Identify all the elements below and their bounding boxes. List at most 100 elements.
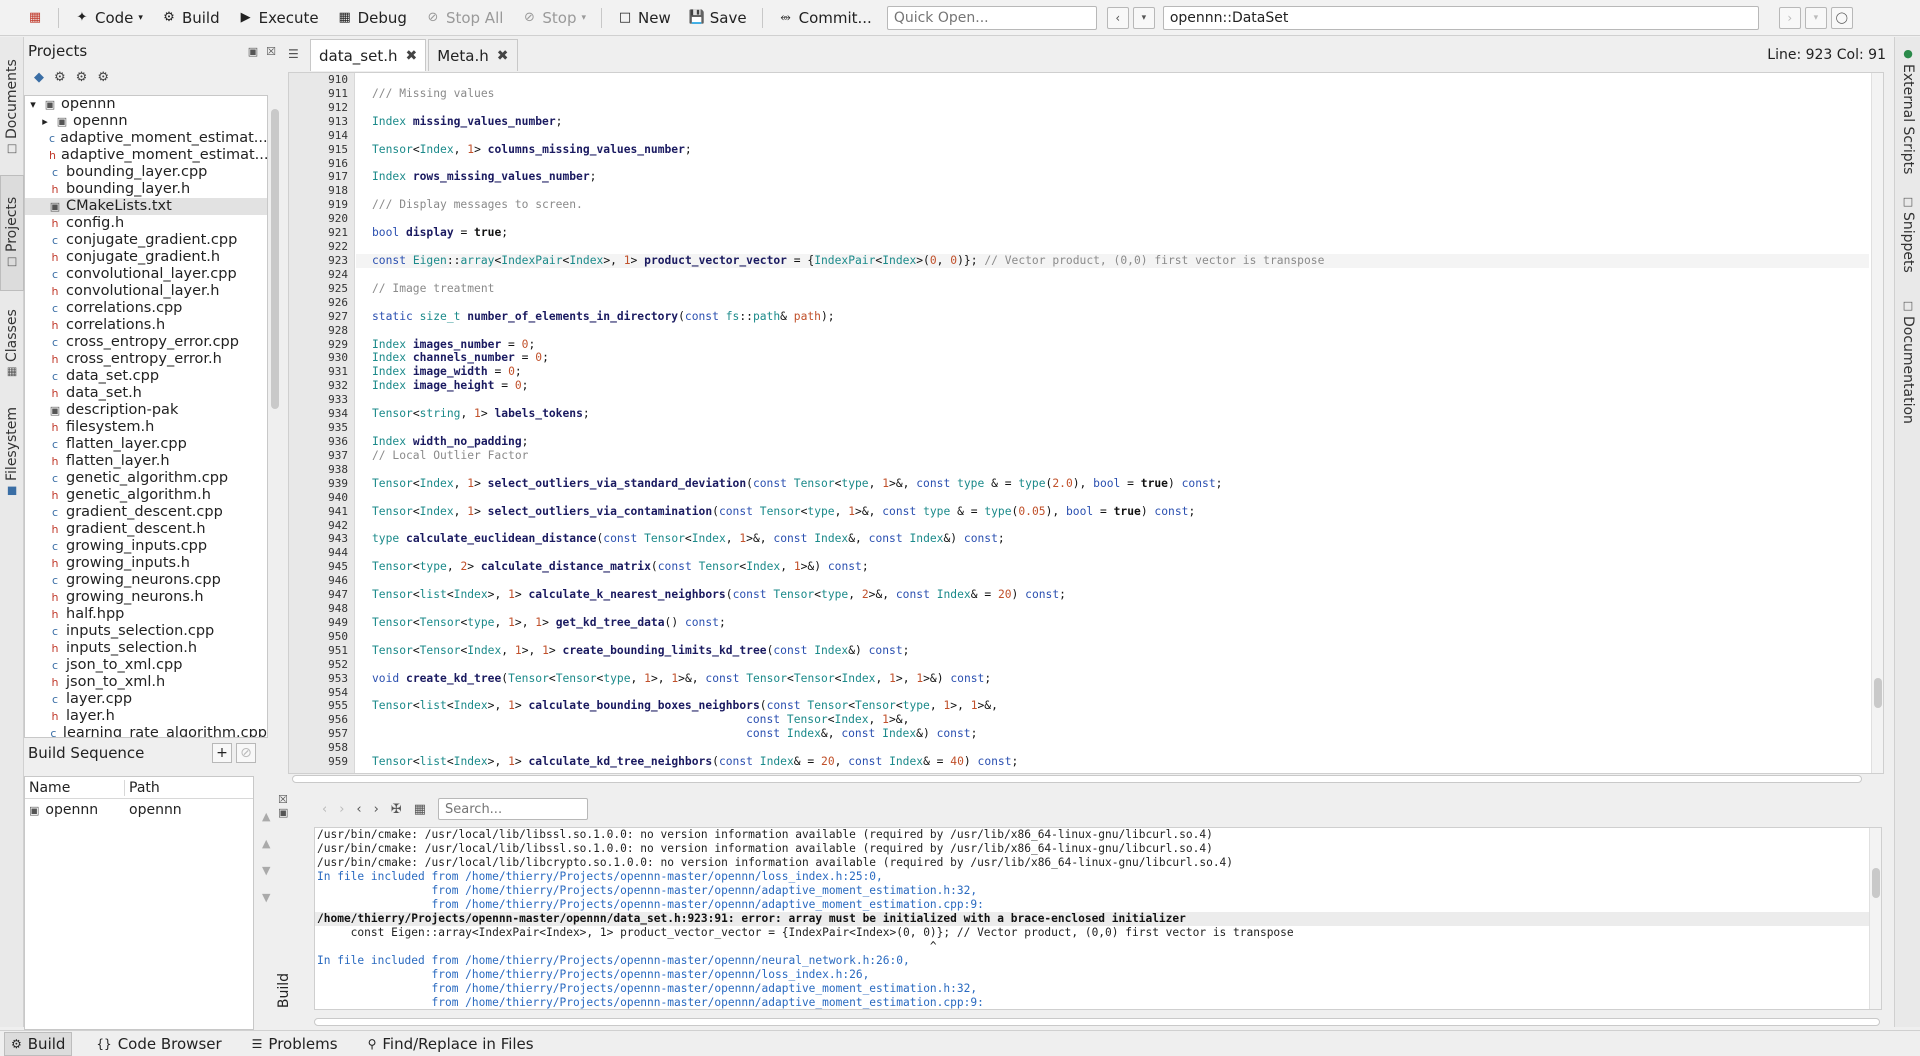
code-line[interactable]: Tensor<string, 1> labels_tokens; — [356, 407, 1869, 421]
tree-file[interactable]: ▣ CMakeLists.txt — [25, 198, 267, 215]
code-line[interactable]: void create_kd_tree(Tensor<Tensor<type, … — [356, 672, 1869, 686]
tab-documents[interactable]: □ Documents — [0, 53, 24, 163]
code-line[interactable]: const Eigen::array<IndexPair<Index>, 1> … — [356, 253, 1869, 268]
move-up-icon[interactable]: ▲ — [262, 837, 270, 850]
code-line[interactable]: Tensor<list<Index>, 1> calculate_kd_tree… — [356, 755, 1869, 769]
code-line[interactable]: /// Display messages to screen. — [356, 198, 1869, 212]
bottom-tab-find-replace-in-files[interactable]: ⚲ Find/Replace in Files — [362, 1033, 540, 1055]
notification-button[interactable]: ◯ — [1830, 6, 1853, 29]
tree-file[interactable]: c growing_neurons.cpp — [25, 572, 267, 589]
output-line[interactable]: /usr/bin/cmake: /usr/local/lib/libssl.so… — [315, 842, 1881, 856]
remove-target-button[interactable]: ⊘ — [236, 743, 256, 763]
tree-file[interactable]: h json_to_xml.h — [25, 674, 267, 691]
bottom-tab-build[interactable]: ⚙ Build — [4, 1031, 73, 1056]
table-row[interactable]: ▣ opennn opennn — [25, 799, 253, 821]
tree-file[interactable]: c cross_entropy_error.cpp — [25, 334, 267, 351]
float-panel-icon[interactable]: ▣ — [248, 45, 258, 58]
code-line[interactable] — [356, 463, 1869, 477]
scrollbar-thumb[interactable] — [271, 109, 279, 409]
code-line[interactable]: bool display = true; — [356, 226, 1869, 240]
output-line[interactable]: In file included from /home/thierry/Proj… — [315, 954, 1881, 968]
tree-file[interactable]: c layer.cpp — [25, 691, 267, 708]
output-line[interactable]: /usr/bin/cmake: /usr/local/lib/libcrypto… — [315, 856, 1881, 870]
bottom-tab-code-browser[interactable]: {} Code Browser — [90, 1033, 227, 1055]
tree-file[interactable]: c data_set.cpp — [25, 368, 267, 385]
stop-button[interactable]: ⊘ Stop ▾ — [514, 6, 593, 30]
code-line[interactable] — [356, 296, 1869, 310]
code-line[interactable] — [356, 602, 1869, 616]
commit-button[interactable]: ⥈ Commit... — [771, 6, 879, 30]
code-line[interactable] — [356, 101, 1869, 115]
tree-file[interactable]: c genetic_algorithm.cpp — [25, 470, 267, 487]
close-tab-icon[interactable]: ✖ — [406, 48, 418, 64]
tree-file[interactable]: h cross_entropy_error.h — [25, 351, 267, 368]
tab-classes[interactable]: ▦ Classes — [0, 299, 24, 389]
code-line[interactable] — [356, 157, 1869, 171]
code-line[interactable] — [356, 546, 1869, 560]
next-error-icon[interactable]: › — [374, 802, 379, 817]
tree-file[interactable]: h data_set.h — [25, 385, 267, 402]
add-target-button[interactable]: + — [212, 743, 232, 763]
code-line[interactable] — [356, 184, 1869, 198]
forward-dropdown-button[interactable]: ▾ — [1804, 6, 1827, 29]
code-area[interactable]: /// Missing values Index missing_values_… — [356, 73, 1869, 773]
tab-filesystem[interactable]: ■ Filesystem — [0, 397, 24, 507]
tree-file[interactable]: c conjugate_gradient.cpp — [25, 232, 267, 249]
output-line[interactable]: from /home/thierry/Projects/opennn-maste… — [315, 996, 1881, 1009]
code-line[interactable]: Tensor<Index, 1> select_outliers_via_con… — [356, 505, 1869, 519]
forward-button[interactable]: › — [1778, 6, 1801, 29]
code-line[interactable] — [356, 268, 1869, 282]
tab-data-set-h[interactable]: data_set.h ✖ — [310, 39, 427, 71]
symbol-navigator-input[interactable]: opennn::DataSet — [1162, 5, 1759, 30]
code-line[interactable]: // Local Outlier Factor — [356, 449, 1869, 463]
tree-file[interactable]: h growing_neurons.h — [25, 589, 267, 606]
tree-file[interactable]: c json_to_xml.cpp — [25, 657, 267, 674]
code-line[interactable]: Index images_number = 0; — [356, 338, 1869, 352]
code-line[interactable]: Tensor<Index, 1> columns_missing_values_… — [356, 143, 1869, 157]
marker-gutter[interactable] — [289, 73, 313, 773]
stop-all-button[interactable]: ⊘ Stop All — [418, 6, 510, 30]
code-line[interactable] — [356, 421, 1869, 435]
tree-file[interactable]: h config.h — [25, 215, 267, 232]
tree-file[interactable]: c flatten_layer.cpp — [25, 436, 267, 453]
tree-file[interactable]: ▣ description-pak — [25, 402, 267, 419]
float-output-icon[interactable]: ▣ — [278, 806, 298, 819]
code-line[interactable] — [356, 129, 1869, 143]
tree-file[interactable]: c adaptive_moment_estimat... — [25, 130, 267, 147]
code-line[interactable]: static size_t number_of_elements_in_dire… — [356, 310, 1869, 324]
move-down-icon[interactable]: ▼ — [262, 864, 270, 877]
editor-vertical-scrollbar[interactable] — [1871, 73, 1883, 773]
code-line[interactable]: Tensor<Tensor<type, 1>, 1> get_kd_tree_d… — [356, 616, 1869, 630]
code-line[interactable]: Index image_width = 0; — [356, 365, 1869, 379]
column-path[interactable]: Path — [125, 780, 160, 796]
code-line[interactable]: Index missing_values_number; — [356, 115, 1869, 129]
scrollbar-thumb[interactable] — [314, 1018, 1880, 1026]
bottom-tab-problems[interactable]: ☰ Problems — [246, 1033, 344, 1055]
code-line[interactable] — [356, 212, 1869, 226]
output-error-line[interactable]: /home/thierry/Projects/opennn-master/ope… — [315, 912, 1881, 926]
expand-arrow-icon[interactable]: ▾ — [27, 96, 39, 113]
code-line[interactable] — [356, 393, 1869, 407]
code-line[interactable]: /// Missing values — [356, 87, 1869, 101]
tree-file[interactable]: h adaptive_moment_estimat... — [25, 147, 267, 164]
code-menu-button[interactable]: ✦ Code ▾ — [67, 6, 150, 30]
output-line[interactable]: /usr/bin/cmake: /usr/local/lib/libssl.so… — [315, 828, 1881, 842]
configure-icon[interactable]: ⚙ — [76, 70, 88, 85]
code-line[interactable]: Index width_no_padding; — [356, 435, 1869, 449]
collapse-icon[interactable]: ✠ — [391, 802, 402, 817]
collapse-arrow-icon[interactable]: ▸ — [39, 113, 51, 130]
output-line[interactable]: from /home/thierry/Projects/opennn-maste… — [315, 968, 1881, 982]
previous-error-icon[interactable]: ‹ — [356, 802, 361, 817]
tree-file[interactable]: c bounding_layer.cpp — [25, 164, 267, 181]
tree-file[interactable]: h filesystem.h — [25, 419, 267, 436]
tree-folder[interactable]: ▸ ▣ opennn — [25, 113, 267, 130]
tree-file[interactable]: c gradient_descent.cpp — [25, 504, 267, 521]
close-panel-icon[interactable]: ☒ — [266, 45, 276, 58]
code-line[interactable]: Tensor<list<Index>, 1> calculate_boundin… — [356, 699, 1869, 713]
back-button[interactable]: ‹ — [1106, 6, 1129, 29]
code-line[interactable]: const Index&, const Index&) const; — [356, 727, 1869, 741]
chevron-left-icon[interactable]: ‹ — [322, 802, 327, 817]
tree-root[interactable]: ▾ ▣ opennn — [25, 96, 267, 113]
tree-file[interactable]: h genetic_algorithm.h — [25, 487, 267, 504]
tab-projects[interactable]: □ Projects — [0, 175, 24, 291]
